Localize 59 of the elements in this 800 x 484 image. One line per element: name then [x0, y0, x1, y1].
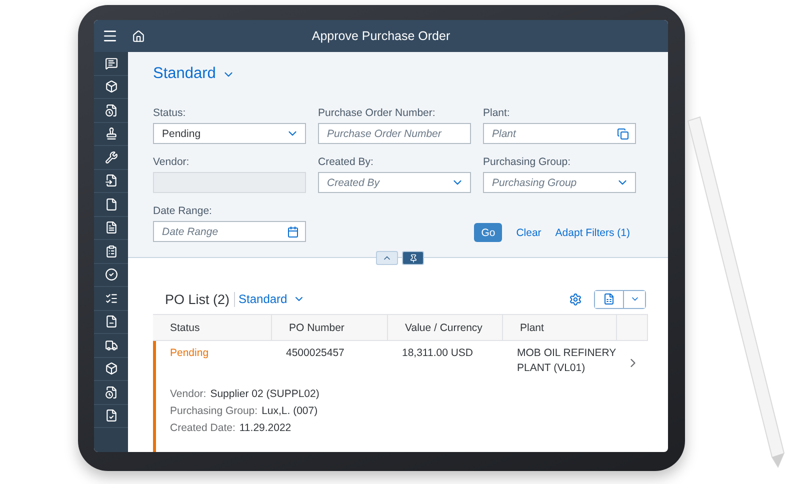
text-input[interactable]: Plant — [484, 124, 617, 143]
column-header: Plant — [503, 315, 617, 340]
select-input[interactable]: Purchasing Group — [484, 173, 616, 192]
value-help-icon[interactable] — [617, 128, 629, 140]
detail-text: Purchasing Group: Lux,L. (007) — [170, 405, 319, 417]
clear-button[interactable]: Clear — [516, 223, 542, 242]
sidebar-icon[interactable] — [104, 104, 118, 117]
field-label: Purchase Order Number: — [318, 107, 436, 119]
settings-icon — [569, 292, 582, 306]
sidebar-icon[interactable] — [104, 244, 118, 258]
table-cell-text: 4500025457 — [285, 346, 346, 361]
sidebar-icon[interactable] — [104, 198, 118, 211]
sidebar-icon[interactable] — [104, 268, 118, 282]
table-cell-text: MOB OIL REFINERY PLANT (VL01) — [516, 346, 617, 376]
sidebar-icon[interactable] — [104, 386, 118, 399]
sidebar-icon[interactable] — [104, 362, 118, 376]
status-text: Pending — [169, 346, 210, 361]
date-input[interactable]: Date Range — [154, 222, 287, 241]
spreadsheet-icon — [603, 293, 615, 305]
column-header: Status — [153, 315, 272, 340]
sidebar-icon[interactable] — [104, 221, 118, 234]
input-field[interactable]: Plant — [483, 123, 636, 144]
sidebar-icon[interactable] — [104, 174, 118, 188]
date-field[interactable]: Date Range — [153, 221, 306, 242]
sidebar-icon[interactable] — [104, 56, 118, 70]
select-field[interactable]: Pending — [153, 123, 306, 144]
detail-text: Vendor: Supplier 02 (SUPPL02) — [170, 388, 320, 400]
field-label: Status: — [153, 107, 187, 119]
field-label: Purchasing Group: — [483, 156, 572, 168]
sidebar-icon[interactable] — [104, 127, 118, 140]
field-label: Created By: — [318, 156, 374, 168]
go-button[interactable]: Go — [474, 223, 502, 242]
select-field[interactable]: Purchasing Group — [483, 172, 636, 193]
select-field[interactable]: Created By — [318, 172, 471, 193]
variant-selector[interactable]: Standard — [153, 65, 235, 83]
field-label: Date Range: — [153, 205, 213, 217]
column-header: PO Number — [272, 315, 388, 340]
sidebar-icon[interactable] — [104, 292, 118, 305]
table-cell-text: 18,311.00 USD — [401, 346, 474, 361]
calendar-icon[interactable] — [287, 226, 299, 238]
pin-button[interactable] — [402, 251, 424, 265]
sidebar-icon[interactable] — [104, 315, 118, 328]
settings-button[interactable] — [569, 292, 582, 306]
field-label: Vendor: — [153, 156, 190, 168]
menu-icon[interactable] — [102, 28, 118, 44]
pin-icon — [408, 254, 418, 262]
sidebar-icon[interactable] — [104, 150, 118, 164]
sidebar-icon[interactable] — [104, 338, 118, 352]
sidebar-icon[interactable] — [104, 80, 118, 94]
sidebar-icon[interactable] — [104, 409, 118, 422]
select-input[interactable]: Created By — [319, 173, 451, 192]
app-title: Approve Purchase Order — [310, 29, 452, 43]
variant-selector[interactable]: Standard — [238, 292, 306, 306]
detail-text: Created Date: 11.29.2022 — [170, 422, 292, 434]
home-icon[interactable] — [132, 30, 145, 42]
adapt-filters-button[interactable]: Adapt Filters (1) — [555, 223, 630, 242]
field-label: Plant: — [483, 107, 511, 119]
column-header: Value / Currency — [388, 315, 503, 340]
list-title: PO List (2) — [165, 292, 235, 306]
